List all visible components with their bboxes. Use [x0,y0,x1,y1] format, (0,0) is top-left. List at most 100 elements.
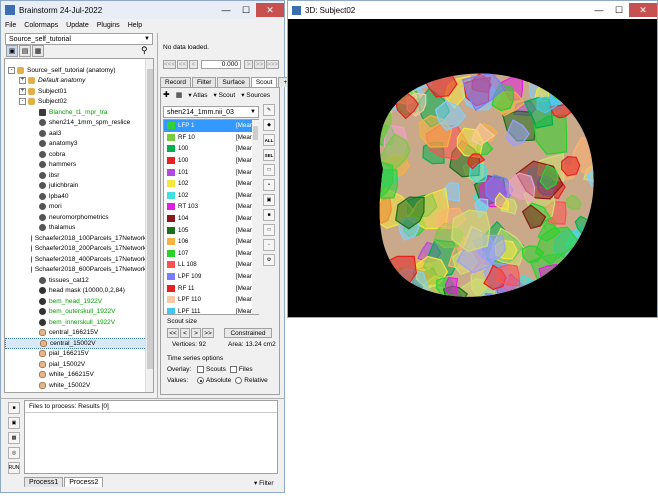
tree-item[interactable]: shen214_1mm_spm_reslice [5,118,153,129]
menu-plugins[interactable]: Plugins [97,22,120,29]
scout-row[interactable]: 102 [Mean] [164,190,258,202]
tree-item[interactable]: white_15002V [5,380,153,391]
scout-row[interactable]: RF 11 [Mean] [164,282,258,294]
scout-row[interactable]: LFP 1 [Mean] [164,120,258,132]
scout-row[interactable]: LL 108 [Mean] [164,259,258,271]
grid-icon[interactable]: ▦ [176,91,183,99]
nav-first-button[interactable]: <<< [163,60,176,69]
size-shrink-button[interactable]: < [180,328,190,338]
fill-full-icon[interactable]: ■ [263,209,275,221]
figure-minimize-button[interactable]: — [589,3,609,17]
tab-process1[interactable]: Process1 [24,477,64,487]
tree-item[interactable]: mori [5,202,153,213]
process-files-icon[interactable]: ■ [8,402,20,414]
scout-row[interactable]: LPF 109 [Mean] [164,271,258,283]
protocol-select[interactable]: Source_self_tutorial ▼ [5,33,153,45]
scout-scroll-thumb[interactable] [253,126,258,140]
nav-last-button[interactable]: >>> [266,60,279,69]
tree-item[interactable]: neuromorphometrics [5,212,153,223]
tree-item[interactable]: hammers [5,160,153,171]
figure-titlebar[interactable]: 3D: Subject02 — ☐ ✕ [288,1,657,19]
scout-row[interactable]: 105 [Mean] [164,224,258,236]
tree-item[interactable]: Schaefer2018_600Parcels_17Networks_ [5,265,153,276]
figure-close-button[interactable]: ✕ [629,3,657,17]
brain-surface-render[interactable] [288,19,657,317]
tree-item[interactable]: aal3 [5,128,153,139]
tree-item[interactable]: bem_innerskull_1922V [5,317,153,328]
scout-scrollbar[interactable] [252,120,259,314]
tab-scout[interactable]: Scout [250,77,278,87]
square-icon[interactable]: □ [263,224,275,236]
close-button[interactable]: ✕ [256,3,284,17]
scout-row[interactable]: 106 [Mean] [164,236,258,248]
scout-tool-icon[interactable]: ◆ [263,119,275,131]
tab-filter[interactable]: Filter [191,77,217,87]
tree-item[interactable]: julichbrain [5,181,153,192]
values-relative-radio[interactable]: Relative [235,377,268,384]
overlay-files-checkbox[interactable]: Files [229,366,253,373]
scout-row[interactable]: 101 [Mean] [164,166,258,178]
tree-item[interactable]: - Source_self_tutorial (anatomy) [5,65,153,76]
main-titlebar[interactable]: Brainstorm 24-Jul-2022 — ☐ ✕ [1,1,284,19]
minimize-button[interactable]: — [216,3,236,17]
run-button[interactable]: RUN [8,462,20,474]
show-all-button[interactable]: ALL [263,134,275,146]
tree-item[interactable]: + Default anatomy [5,76,153,87]
tree-item[interactable]: anatomy3 [5,139,153,150]
scout-list[interactable]: LFP 1 [Mean] RF 10 [Mean] 100 [Mean] 100 [Mean]… [163,119,259,315]
menu-scout[interactable]: ▾ Scout [214,91,236,99]
tree-item[interactable]: thalamus [5,223,153,234]
search-icon[interactable]: ⚲ [141,45,148,56]
scout-row[interactable]: LPF 111 [Mean] [164,306,258,314]
tree-item[interactable]: Schaefer2018_200Parcels_17Networks_ [5,244,153,255]
collapse-icon[interactable]: - [8,66,15,74]
values-absolute-radio[interactable]: Absolute [197,377,231,384]
scout-row[interactable]: 104 [Mean] [164,213,258,225]
menu-update[interactable]: Update [66,22,89,29]
figure-maximize-button[interactable]: ☐ [609,3,629,17]
nav-prev-button[interactable]: < [189,60,198,69]
expand-icon[interactable]: + [19,87,26,95]
expand-icon[interactable]: + [19,77,26,85]
tree-item[interactable]: Schaefer2018_100Parcels_17Networks_ [5,233,153,244]
process-sources-icon[interactable]: ▩ [8,432,20,444]
size-shrink-fast-button[interactable]: << [167,328,179,338]
tree-item[interactable]: pial_166215V [5,349,153,360]
tree-item[interactable]: white_166215V [5,370,153,381]
filter-button[interactable]: ▾ Filter [254,479,274,487]
tree-item[interactable]: Blanche_t1_mpr_tra [5,107,153,118]
database-tree[interactable]: - Source_self_tutorial (anatomy) + Default … [4,58,154,393]
tree-item[interactable]: - Subject02 [5,97,153,108]
scout-row[interactable]: 107 [Mean] [164,248,258,260]
show-selected-button[interactable]: SEL [263,149,275,161]
files-to-process-panel[interactable]: Files to process: Results [0] [24,400,278,474]
overlay-scouts-checkbox[interactable]: Scouts [197,366,226,373]
tree-item[interactable]: central_166215V [5,328,153,339]
scout-row[interactable]: 100 [Mean] [164,143,258,155]
condition-view-icon[interactable]: ▦ [32,45,44,57]
scout-row[interactable]: LPF 110 [Mean] [164,294,258,306]
tree-item[interactable]: bem_head_1922V [5,296,153,307]
tree-item[interactable]: + Subject01 [5,86,153,97]
process-filter-icon[interactable]: ◎ [8,447,20,459]
dot-icon[interactable]: • [263,179,275,191]
functional-view-icon[interactable]: ▤ [19,45,31,57]
size-grow-fast-button[interactable]: >> [202,328,214,338]
menu-file[interactable]: File [5,22,16,29]
menu-colormaps[interactable]: Colormaps [24,22,58,29]
shapes-icon[interactable]: ▫ [263,239,275,251]
tab-record[interactable]: Record [160,77,191,87]
tree-item[interactable]: cobra [5,149,153,160]
nav-prev-fast-button[interactable]: << [177,60,188,69]
nav-next-fast-button[interactable]: >> [254,60,265,69]
anatomy-view-icon[interactable]: ▣ [6,45,18,57]
tree-item[interactable]: tissues_cat12 [5,275,153,286]
maximize-button[interactable]: ☐ [236,3,256,17]
scout-row[interactable]: 102 [Mean] [164,178,258,190]
gear-icon[interactable]: ⚙ [263,254,275,266]
atlas-select[interactable]: shen214_1mm.nii_03 ▼ [163,106,259,118]
add-scout-icon[interactable]: ✚ [163,90,170,99]
tree-item[interactable]: pial_15002V [5,359,153,370]
tree-scrollbar[interactable] [145,59,153,392]
fill-icon[interactable]: ▣ [263,194,275,206]
